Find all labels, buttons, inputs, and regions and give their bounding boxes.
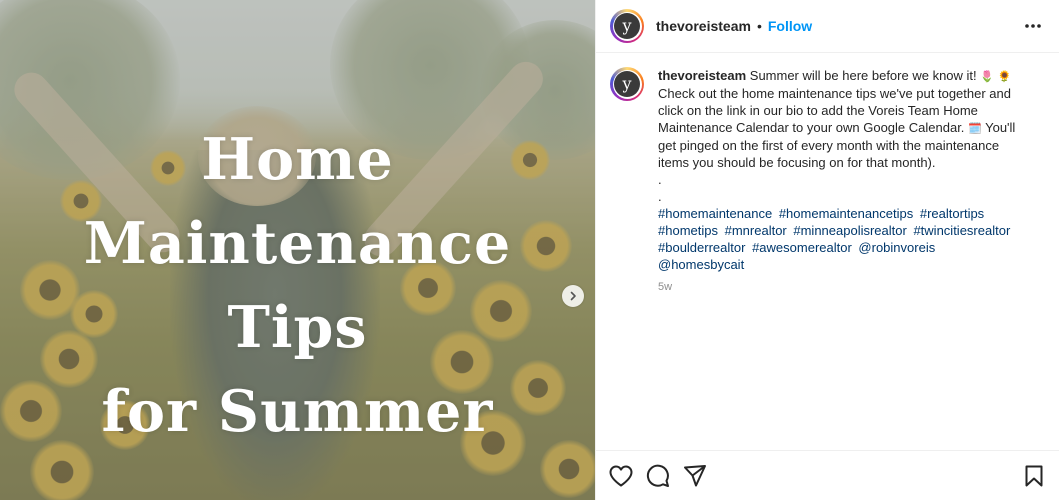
hashtag-link[interactable]: #mnrealtor [725, 223, 787, 238]
avatar-ring: y [612, 69, 642, 99]
send-icon [684, 464, 706, 486]
image-overlay-title: Home Maintenance Tips for Summer [0, 118, 595, 454]
hashtag-link[interactable]: #twincitiesrealtor [913, 223, 1010, 238]
caption-spacer: . [658, 172, 662, 187]
post-side-panel: y thevoreisteam • Follow y thevoreisteam… [595, 0, 1059, 500]
more-options-button[interactable] [1021, 14, 1045, 38]
hashtag-link[interactable]: #hometips [658, 223, 718, 238]
comment-icon [646, 464, 669, 487]
overlay-line: Maintenance [83, 210, 512, 277]
chevron-right-icon [570, 291, 576, 301]
heart-icon [609, 465, 633, 486]
avatar[interactable]: y [610, 9, 644, 43]
post-actions-bar [596, 450, 1059, 500]
share-button[interactable] [682, 463, 708, 489]
hashtag-link[interactable]: #homemaintenancetips [779, 206, 913, 221]
comment-button[interactable] [645, 463, 671, 489]
mention-link[interactable]: @robinvoreis [858, 240, 935, 255]
follow-button[interactable]: Follow [768, 18, 812, 34]
avatar-logo: y [614, 13, 640, 39]
bookmark-icon [1025, 465, 1043, 486]
instagram-post: Home Maintenance Tips for Summer y thevo… [0, 0, 1059, 500]
hashtag-link[interactable]: #realtortips [920, 206, 984, 221]
caption-text: thevoreisteam Summer will be here before… [658, 67, 1023, 171]
caption-line-2: Check out the home maintenance tips we'v… [658, 86, 1011, 135]
avatar-ring: y [612, 11, 642, 41]
post-image[interactable]: Home Maintenance Tips for Summer [0, 0, 595, 500]
like-button[interactable] [608, 463, 634, 489]
mention-link[interactable]: @homesbycait [658, 257, 744, 272]
carousel-next-button[interactable] [562, 285, 584, 307]
hashtag-link[interactable]: #homemaintenance [658, 206, 772, 221]
hashtag-list: #homemaintenance #homemaintenancetips #r… [658, 205, 1023, 273]
caption-spacer: . [658, 189, 662, 204]
overlay-line: Home [201, 126, 394, 193]
avatar[interactable]: y [610, 67, 644, 101]
post-caption: y thevoreisteam Summer will be here befo… [596, 53, 1059, 296]
save-button[interactable] [1021, 463, 1047, 489]
caption-username[interactable]: thevoreisteam [658, 68, 746, 83]
hashtag-link[interactable]: #awesomerealtor [752, 240, 852, 255]
header-separator: • [756, 18, 762, 34]
tulip-emoji: 🌷 [980, 70, 994, 83]
post-header: y thevoreisteam • Follow [596, 0, 1059, 53]
caption-body: thevoreisteam Summer will be here before… [658, 67, 1023, 296]
more-horizontal-icon [1025, 24, 1041, 28]
sunflower-emoji: 🌻 [997, 70, 1012, 83]
avatar-logo: y [614, 71, 640, 97]
hashtag-link[interactable]: #boulderrealtor [658, 240, 745, 255]
caption-line-1: Summer will be here before we know it! [746, 68, 981, 83]
hashtag-link[interactable]: #minneapolisrealtor [793, 223, 906, 238]
calendar-emoji: 🗓️ [968, 122, 982, 135]
overlay-line: Tips [227, 294, 368, 361]
overlay-line: for Summer [101, 378, 494, 445]
author-username[interactable]: thevoreisteam [656, 18, 751, 34]
post-timestamp[interactable]: 5w [658, 279, 1023, 296]
